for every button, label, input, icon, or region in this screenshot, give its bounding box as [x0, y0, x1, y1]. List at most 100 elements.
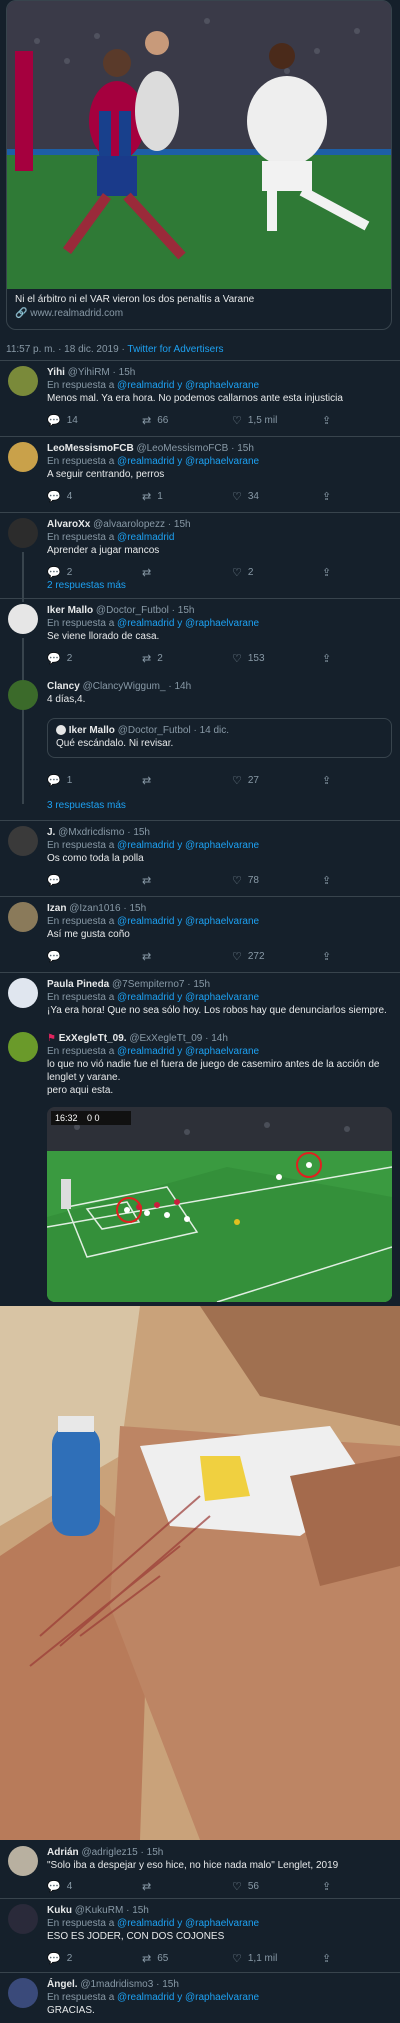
- heart-icon: ♡: [232, 875, 242, 887]
- reply-icon: 💬: [47, 567, 61, 579]
- divider: [0, 896, 400, 897]
- reply-item[interactable]: Yihi @YihiRM · 15h En respuesta a @realm…: [0, 366, 400, 430]
- retweet-icon: ⇄: [142, 1881, 152, 1893]
- reply-text: Así me gusta coño: [47, 929, 130, 940]
- reply-item[interactable]: Ángel. @1madridismo3 · 15h En respuesta …: [0, 1978, 400, 2023]
- retweet-icon: ⇄: [142, 491, 152, 503]
- retweet-button[interactable]: ⇄ 66: [142, 414, 168, 427]
- retweet-button[interactable]: ⇄: [142, 1880, 151, 1893]
- reply-to-link[interactable]: @realmadrid y @raphaelvarane: [117, 380, 259, 391]
- share-button[interactable]: ⇪: [322, 1952, 331, 1965]
- retweet-icon: ⇄: [142, 775, 152, 787]
- card-url[interactable]: 🔗 www.realmadrid.com: [15, 308, 385, 319]
- share-icon: ⇪: [322, 415, 332, 427]
- share-icon: ⇪: [322, 491, 332, 503]
- retweet-button[interactable]: ⇄ 65: [142, 1952, 168, 1965]
- reply-button[interactable]: 💬: [47, 874, 61, 887]
- reply-button[interactable]: 💬 2: [47, 566, 72, 579]
- reply-item[interactable]: J. @Mxdricdismo · 15h En respuesta a @re…: [0, 826, 400, 890]
- show-more-replies[interactable]: 3 respuestas más: [47, 800, 126, 811]
- link-card[interactable]: Ni el árbitro ni el VAR vieron los dos p…: [6, 0, 392, 330]
- like-button[interactable]: ♡ 153: [232, 652, 265, 665]
- reply-item[interactable]: ⚑ ExXegleTt_09. @ExXegleTt_09 · 14h En r…: [0, 1032, 400, 1102]
- reply-button[interactable]: 💬 14: [47, 414, 78, 427]
- heart-icon: ♡: [232, 653, 242, 665]
- avatar[interactable]: [8, 604, 38, 634]
- reply-text: Aprender a jugar mancos: [47, 545, 160, 556]
- divider: [0, 512, 400, 513]
- reply-text: GRACIAS.: [47, 2005, 95, 2016]
- reply-item[interactable]: Paula Pineda @7Sempiterno7 · 15h En resp…: [0, 978, 400, 1028]
- avatar[interactable]: [8, 518, 38, 548]
- share-button[interactable]: ⇪: [322, 490, 331, 503]
- share-button[interactable]: ⇪: [322, 414, 331, 427]
- share-icon: ⇪: [322, 775, 332, 787]
- avatar[interactable]: [8, 826, 38, 856]
- retweet-button[interactable]: ⇄: [142, 566, 151, 579]
- like-button[interactable]: ♡ 78: [232, 874, 259, 887]
- retweet-button[interactable]: ⇄ 2: [142, 652, 163, 665]
- reply-item[interactable]: Iker Mallo @Doctor_Futbol · 15h En respu…: [0, 604, 400, 716]
- link-icon: 🔗: [15, 308, 28, 319]
- divider: [0, 1972, 400, 1973]
- like-button[interactable]: ♡ 272: [232, 950, 265, 963]
- avatar[interactable]: [8, 442, 38, 472]
- heart-icon: ♡: [232, 567, 242, 579]
- like-button[interactable]: ♡ 27: [232, 774, 259, 787]
- injury-photo: [0, 1306, 400, 1840]
- share-button[interactable]: ⇪: [322, 652, 331, 665]
- avatar[interactable]: [8, 366, 38, 396]
- reply-name[interactable]: Yihi: [47, 367, 65, 378]
- reply-actions: 💬 1 ⇄ ♡ 27 ⇪: [47, 774, 347, 788]
- reply-item[interactable]: AlvaroXx @alvaarolopezz · 15h En respues…: [0, 518, 400, 602]
- quoted-tweet[interactable]: Iker Mallo @Doctor_Futbol · 14 dic. Qué …: [47, 718, 392, 758]
- reply-button[interactable]: 💬 4: [47, 1880, 72, 1893]
- retweet-button[interactable]: ⇄: [142, 874, 151, 887]
- reply-text: Menos mal. Ya era hora. No podemos calla…: [47, 393, 343, 404]
- reply-button[interactable]: 💬 1: [47, 774, 72, 787]
- reply-text: 4 días,4.: [47, 694, 86, 705]
- heart-icon: ♡: [232, 415, 242, 427]
- reply-button[interactable]: 💬 4: [47, 490, 72, 503]
- match-clock: 16:32: [55, 1113, 78, 1123]
- retweet-button[interactable]: ⇄: [142, 774, 151, 787]
- reply-item[interactable]: LeoMessismoFCB @LeoMessismoFCB · 15h En …: [0, 442, 400, 506]
- avatar[interactable]: [8, 978, 38, 1008]
- reply-button[interactable]: 💬 2: [47, 652, 72, 665]
- reply-button[interactable]: 💬: [47, 950, 61, 963]
- reply-button[interactable]: 💬 2: [47, 1952, 72, 1965]
- reply-item[interactable]: Izan @Izan1016 · 15h En respuesta a @rea…: [0, 902, 400, 966]
- reply-text: ESO ES JODER, CON DOS COJONES: [47, 1931, 225, 1942]
- avatar[interactable]: [8, 1904, 38, 1934]
- share-button[interactable]: ⇪: [322, 874, 331, 887]
- avatar[interactable]: [8, 1978, 38, 2008]
- heart-icon: ♡: [232, 1953, 242, 1965]
- share-button[interactable]: ⇪: [322, 950, 331, 963]
- share-button[interactable]: ⇪: [322, 774, 331, 787]
- avatar[interactable]: [8, 680, 38, 710]
- like-button[interactable]: ♡ 1,1 mil: [232, 1952, 277, 1965]
- card-image: [7, 1, 391, 289]
- show-more-replies[interactable]: 2 respuestas más: [47, 580, 126, 591]
- divider: [0, 436, 400, 437]
- share-icon: ⇪: [322, 653, 332, 665]
- tweet-source[interactable]: Twitter for Advertisers: [127, 344, 223, 355]
- reply-text: ¡Ya era hora! Que no sea sólo hoy. Los r…: [47, 1005, 387, 1016]
- reply-icon: 💬: [47, 951, 61, 963]
- divider: [0, 820, 400, 821]
- share-button[interactable]: ⇪: [322, 1880, 331, 1893]
- match-image[interactable]: 16:32 0 0: [47, 1107, 392, 1302]
- avatar[interactable]: [8, 1846, 38, 1876]
- like-button[interactable]: ♡ 34: [232, 490, 259, 503]
- reply-item[interactable]: Adrián @adriglez15 · 15h "Solo iba a des…: [0, 1846, 400, 1900]
- divider: [0, 1898, 400, 1899]
- share-button[interactable]: ⇪: [322, 566, 331, 579]
- retweet-button[interactable]: ⇄ 1: [142, 490, 163, 503]
- avatar[interactable]: [8, 1032, 38, 1062]
- like-button[interactable]: ♡ 1,5 mil: [232, 414, 277, 427]
- retweet-button[interactable]: ⇄: [142, 950, 151, 963]
- like-button[interactable]: ♡ 56: [232, 1880, 259, 1893]
- like-button[interactable]: ♡ 2: [232, 566, 253, 579]
- reply-item[interactable]: Kuku @KukuRM · 15h En respuesta a @realm…: [0, 1904, 400, 1968]
- avatar[interactable]: [8, 902, 38, 932]
